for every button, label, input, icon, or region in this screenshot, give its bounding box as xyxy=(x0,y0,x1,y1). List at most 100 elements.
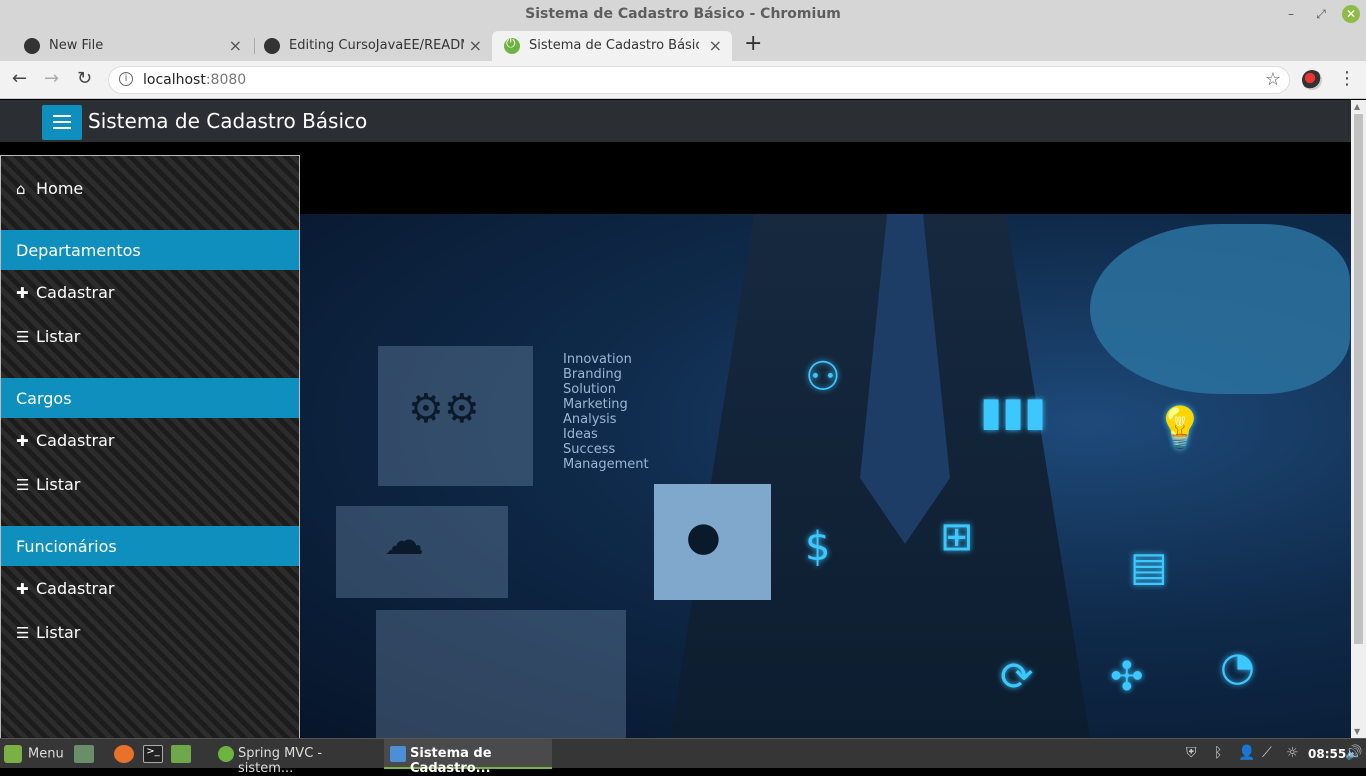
table-list-icon: ☰ xyxy=(16,624,30,642)
spring-icon xyxy=(218,746,234,762)
sidebar: ⌂ Home Departamentos ✚ Cadastrar ☰ Listar C… xyxy=(0,155,300,738)
sidebar-item-home[interactable]: ⌂ Home xyxy=(16,179,83,198)
tab-label: New File xyxy=(49,38,104,53)
github-icon xyxy=(24,38,40,54)
terminal-icon[interactable]: >_ xyxy=(143,745,163,763)
close-window-button[interactable]: ✕ xyxy=(1342,5,1360,23)
bookmark-star-icon[interactable]: ☆ xyxy=(1265,69,1281,90)
taskbar-window-label: Spring MVC - sistem... xyxy=(238,746,323,776)
close-tab-icon[interactable]: × xyxy=(469,36,482,55)
plus-icon: ✚ xyxy=(16,284,29,302)
hero-map-panel xyxy=(376,610,626,738)
sidebar-section-cargos: Cargos xyxy=(1,378,299,418)
window-title: Sistema de Cadastro Básico - Chromium xyxy=(525,6,841,22)
shield-icon[interactable]: ⛨ xyxy=(1186,745,1197,761)
hero-image: ⚙⚙ ☁ ● Innovation Branding Solution Mark… xyxy=(300,214,1351,738)
menu-label: Menu xyxy=(28,746,64,762)
reload-icon[interactable]: ↻ xyxy=(77,68,92,89)
tab-strip: New File × Editing CursoJavaEE/README.md… xyxy=(0,28,1366,61)
taskbar-window-spring-mvc[interactable]: Spring MVC - sistem... xyxy=(212,739,380,776)
address-bar[interactable]: i localhost:8080 ☆ xyxy=(108,66,1290,94)
taskbar-window-chromium[interactable]: Sistema de Cadastro... xyxy=(384,739,552,776)
scroll-up-arrow[interactable]: ▲ xyxy=(1354,102,1360,111)
app-navbar: Sistema de Cadastro Básico xyxy=(0,100,1351,142)
extension-icon[interactable] xyxy=(1302,70,1322,90)
page-scrollbar[interactable]: ▲ ▼ xyxy=(1351,100,1366,738)
hero-hand-shape xyxy=(1090,224,1350,394)
sidebar-section-departamentos: Departamentos xyxy=(1,230,299,270)
chromium-icon xyxy=(390,746,406,762)
cloud-icon: ☁ xyxy=(384,518,424,564)
sidebar-item-departamentos-listar[interactable]: ☰ Listar xyxy=(16,327,80,346)
show-desktop-icon[interactable] xyxy=(74,745,94,763)
hero-word: Success xyxy=(563,442,616,457)
url-text[interactable]: localhost:8080 xyxy=(143,72,246,88)
taskbar-window-label: Sistema de Cadastro... xyxy=(410,746,492,776)
refresh-icon: ⟳ xyxy=(1000,654,1034,700)
dollar-icon: $ xyxy=(805,524,831,570)
scrollbar-thumb[interactable] xyxy=(1354,114,1363,644)
spring-icon xyxy=(504,36,520,54)
document-icon: ▤ xyxy=(1130,544,1168,590)
window-titlebar: Sistema de Cadastro Básico - Chromium – … xyxy=(0,0,1366,28)
table-list-icon: ☰ xyxy=(16,328,30,346)
mint-logo-icon xyxy=(4,745,22,763)
close-tab-icon[interactable]: × xyxy=(229,36,242,55)
hero-word: Ideas xyxy=(563,427,598,442)
user-icon[interactable]: 👤 xyxy=(1238,745,1255,761)
sidebar-item-label: Listar xyxy=(36,475,81,494)
tab-editing-readme[interactable]: Editing CursoJavaEE/README.md × xyxy=(252,31,492,61)
clock[interactable]: 08:55 xyxy=(1308,747,1346,761)
lightbulb-icon: 💡 xyxy=(1155,405,1205,451)
close-tab-icon[interactable]: × xyxy=(709,36,722,55)
hero-gears-panel: ⚙⚙ xyxy=(378,346,533,486)
hero-word: Branding xyxy=(563,367,622,382)
hero-word: Innovation xyxy=(563,352,632,367)
gears-icon: ⚙⚙ xyxy=(408,386,480,432)
plus-icon: ✚ xyxy=(16,580,29,598)
home-icon: ⌂ xyxy=(16,180,26,198)
sidebar-item-cargos-cadastrar[interactable]: ✚ Cadastrar xyxy=(16,431,115,450)
app-brand[interactable]: Sistema de Cadastro Básico xyxy=(88,109,367,133)
hero-word: Marketing xyxy=(563,397,628,412)
tab-label: Editing CursoJavaEE/README.md xyxy=(289,38,464,53)
bluetooth-icon[interactable]: ᛒ xyxy=(1214,745,1222,761)
firefox-icon[interactable] xyxy=(114,745,134,763)
scroll-down-arrow[interactable]: ▼ xyxy=(1354,727,1360,736)
files-icon[interactable] xyxy=(171,745,191,763)
hero-word: Solution xyxy=(563,382,616,397)
user-icon: ● xyxy=(686,514,721,560)
sidebar-item-funcionarios-listar[interactable]: ☰ Listar xyxy=(16,623,80,642)
sidebar-item-departamentos-cadastrar[interactable]: ✚ Cadastrar xyxy=(16,283,115,302)
os-taskbar: Menu >_ Spring MVC - sistem... Sistema d… xyxy=(0,738,1366,776)
github-icon xyxy=(264,38,280,54)
tab-label: Sistema de Cadastro Básico xyxy=(529,38,699,53)
sidebar-toggle-button[interactable] xyxy=(42,105,82,140)
brightness-icon[interactable]: ☼ xyxy=(1286,745,1299,761)
minimize-button[interactable]: – xyxy=(1282,5,1300,23)
sidebar-item-label: Home xyxy=(36,179,84,198)
puzzle-icon: ✣ xyxy=(1110,654,1144,700)
sidebar-item-funcionarios-cadastrar[interactable]: ✚ Cadastrar xyxy=(16,579,115,598)
sidebar-item-label: Cadastrar xyxy=(36,579,115,598)
org-chart-icon: ⚇ xyxy=(805,354,841,400)
tab-new-file[interactable]: New File × xyxy=(12,31,252,61)
sidebar-section-funcionarios: Funcionários xyxy=(1,526,299,566)
sidebar-item-label: Listar xyxy=(36,623,81,642)
browser-menu-icon[interactable]: ⋮ xyxy=(1338,68,1356,89)
maximize-button[interactable]: ⤢ xyxy=(1312,5,1330,23)
start-menu-button[interactable]: Menu xyxy=(4,745,64,763)
info-icon[interactable]: i xyxy=(119,72,133,86)
tab-sistema-cadastro[interactable]: Sistema de Cadastro Básico × xyxy=(492,31,732,61)
hero-cloud-panel: ☁ xyxy=(336,506,508,598)
sidebar-item-label: Listar xyxy=(36,327,81,346)
volume-icon[interactable]: 🔊 xyxy=(1345,745,1362,761)
new-tab-button[interactable]: + xyxy=(744,31,762,56)
hierarchy-icon: ⊞ xyxy=(940,514,974,560)
network-icon[interactable]: ⟋ xyxy=(1262,745,1272,761)
forward-arrow-icon[interactable]: → xyxy=(44,68,59,89)
sidebar-item-label: Cadastrar xyxy=(36,431,115,450)
sidebar-item-cargos-listar[interactable]: ☰ Listar xyxy=(16,475,80,494)
back-arrow-icon[interactable]: ← xyxy=(12,68,27,89)
plus-icon: ✚ xyxy=(16,432,29,450)
